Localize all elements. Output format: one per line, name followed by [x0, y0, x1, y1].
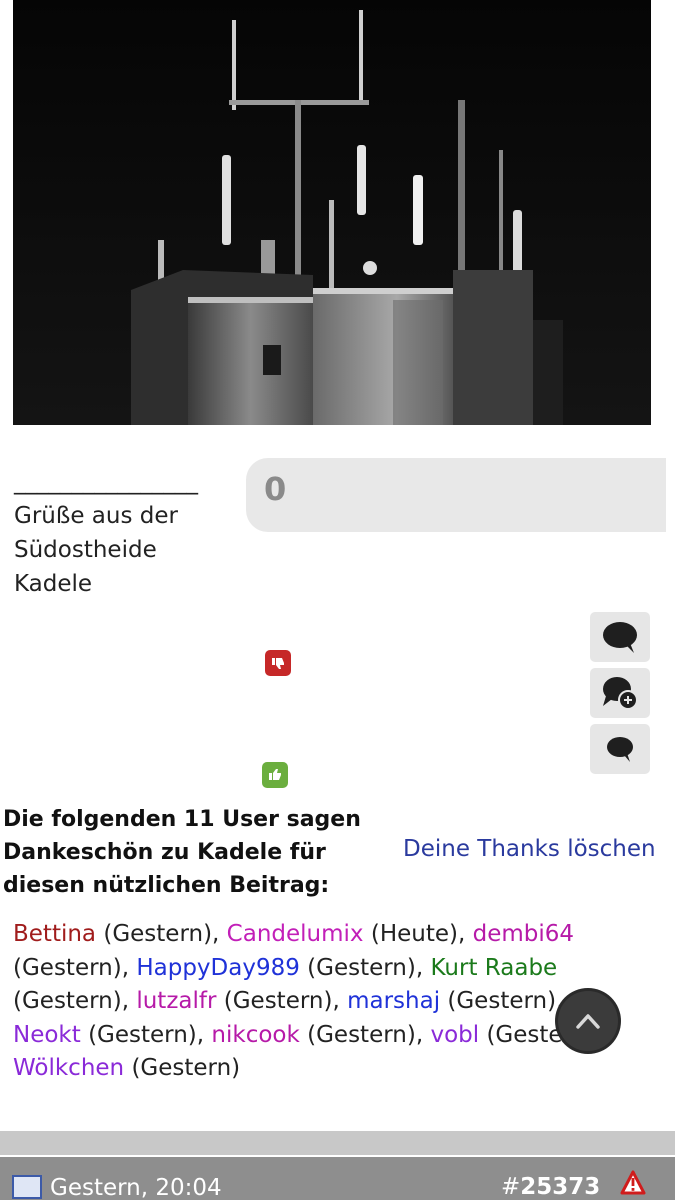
thanks-user-time: (Gestern),	[80, 1021, 212, 1048]
chevron-up-icon	[576, 1014, 600, 1029]
thanks-user-time: (Heute),	[363, 921, 473, 947]
thanks-user-link[interactable]: HappyDay989	[136, 955, 300, 981]
post-date: Gestern, 20:04	[50, 1175, 222, 1201]
post-status-icon	[12, 1175, 42, 1199]
post-header: Gestern, 20:04 #25373	[0, 1157, 675, 1201]
thanks-user-link[interactable]: nikcook	[211, 1022, 299, 1048]
thanks-user-time: (Gestern),	[299, 1021, 431, 1048]
thanks-user-time: (Gestern),	[13, 954, 137, 981]
post-number-prefix: #	[501, 1174, 521, 1200]
signature-line-2: Südostheide	[14, 537, 157, 563]
vote-count-box: 0	[246, 458, 666, 532]
thanks-user-time: (Gestern)	[124, 1055, 241, 1081]
signature-divider: ________________	[14, 469, 198, 495]
thumbs-down-button[interactable]	[265, 650, 291, 676]
post-number: 25373	[520, 1174, 601, 1200]
speech-bubble-icon	[603, 622, 637, 653]
thumbs-up-icon	[269, 769, 281, 780]
small-speech-bubble-icon	[607, 737, 633, 762]
thanks-user-link[interactable]: dembi64	[473, 921, 574, 947]
thanks-user-link[interactable]: Kurt Raabe	[430, 955, 557, 981]
thanks-user-link[interactable]: marshaj	[347, 988, 440, 1014]
thanks-user-time: (Gestern),	[96, 921, 227, 947]
thumbs-down-icon	[272, 658, 284, 669]
thanks-user-link[interactable]: Candelumix	[227, 921, 364, 947]
reply-button[interactable]	[590, 612, 650, 662]
post-separator	[0, 1131, 675, 1155]
warning-triangle-icon[interactable]	[620, 1170, 646, 1196]
scroll-to-top-button[interactable]	[558, 991, 618, 1051]
thanks-user-time: (Gestern),	[216, 988, 348, 1014]
thanks-user-link[interactable]: Neokt	[13, 1022, 81, 1048]
antenna-tower-photo	[13, 0, 651, 425]
vote-count: 0	[264, 470, 287, 508]
delete-thanks-link[interactable]: Deine Thanks löschen	[403, 836, 656, 862]
signature-line-1: Grüße aus der	[14, 503, 178, 529]
thanks-user-link[interactable]: lutzalfr	[136, 988, 216, 1014]
quote-reply-button[interactable]	[590, 668, 650, 718]
post-signature: ________________ Grüße aus der Südosthei…	[14, 465, 198, 601]
post-number-link[interactable]: #25373	[501, 1174, 600, 1200]
thanks-user-link[interactable]: Wölkchen	[13, 1055, 124, 1081]
quote-plus-icon	[603, 677, 638, 710]
thumbs-up-button[interactable]	[262, 762, 288, 788]
quick-reply-button[interactable]	[590, 724, 650, 774]
thanks-heading: Die folgenden 11 User sagen Dankeschön z…	[3, 807, 361, 898]
thanks-user-link[interactable]: Bettina	[13, 921, 96, 947]
signature-line-3: Kadele	[14, 571, 93, 597]
thanks-user-time: (Gestern),	[299, 954, 431, 981]
thanks-user-list: Bettina (Gestern), Candelumix (Heute), d…	[13, 918, 633, 1086]
post-image	[13, 0, 651, 425]
thanks-user-time: (Gestern),	[440, 988, 564, 1014]
thanks-user-time: (Gestern),	[13, 988, 137, 1014]
thanks-user-link[interactable]: vobl	[430, 1022, 479, 1048]
